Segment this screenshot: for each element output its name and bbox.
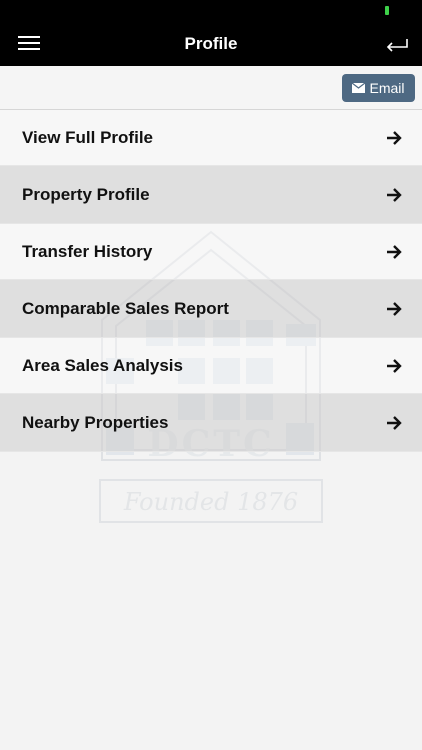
menu-item-transfer-history[interactable]: Transfer History <box>0 224 422 280</box>
menu-item-label: Transfer History <box>22 241 153 261</box>
toolbar: Email <box>0 66 422 110</box>
menu-item-label: Property Profile <box>22 184 150 204</box>
email-button-label: Email <box>369 80 405 96</box>
arrow-right-icon <box>387 130 402 145</box>
menu-item-property-profile[interactable]: Property Profile <box>0 166 422 224</box>
menu-item-label: Comparable Sales Report <box>22 298 229 318</box>
menu-item-nearby-properties[interactable]: Nearby Properties <box>0 394 422 452</box>
menu-item-comparable-sales-report[interactable]: Comparable Sales Report <box>0 280 422 338</box>
mail-icon <box>352 83 366 93</box>
profile-menu-list: View Full Profile Property Profile Trans… <box>0 110 422 452</box>
menu-item-area-sales-analysis[interactable]: Area Sales Analysis <box>0 338 422 394</box>
menu-item-label: Nearby Properties <box>22 412 169 432</box>
arrow-right-icon <box>387 187 402 202</box>
svg-text:Founded 1876: Founded 1876 <box>123 488 298 516</box>
arrow-right-icon <box>387 415 402 430</box>
menu-item-view-full-profile[interactable]: View Full Profile <box>0 110 422 166</box>
menu-item-label: View Full Profile <box>22 127 153 147</box>
battery-icon <box>385 6 389 15</box>
arrow-right-icon <box>387 244 402 259</box>
page-title: Profile <box>184 34 238 53</box>
arrow-right-icon <box>387 358 402 373</box>
return-arrow-icon[interactable] <box>384 32 410 56</box>
navigation-bar: Profile <box>0 22 422 66</box>
email-button[interactable]: Email <box>342 74 415 102</box>
status-bar <box>0 0 422 22</box>
menu-item-label: Area Sales Analysis <box>22 355 183 375</box>
arrow-right-icon <box>387 301 402 316</box>
